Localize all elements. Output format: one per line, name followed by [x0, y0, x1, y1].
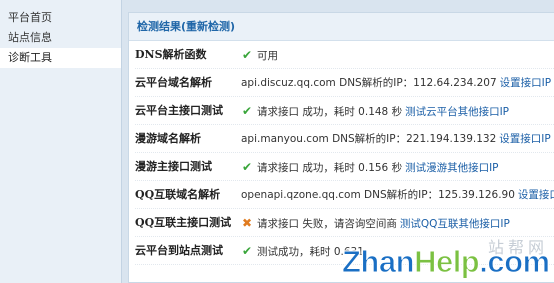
test-manyou-other-ip-link[interactable]: 测试漫游其他接口IP — [405, 162, 498, 174]
sidebar-item-home[interactable]: 平台首页 — [0, 8, 121, 28]
row-value: ✔ 可用 — [241, 41, 278, 68]
row-value: ✖ 请求接口 失败，请咨询空间商 测试QQ互联其他接口IP — [241, 209, 510, 236]
row-label: DNS解析函数 — [135, 48, 207, 61]
set-ip-link-manyou[interactable]: 设置接口IP — [499, 133, 550, 145]
result-row-cloud-main-api: 云平台主接口测试 ✔ 请求接口 成功，耗时 0.148 秒测试云平台其他接口IP — [135, 97, 554, 125]
set-ip-link-cloud[interactable]: 设置接口IP — [500, 77, 551, 89]
row-label: 云平台主接口测试 — [135, 104, 223, 117]
cross-icon: ✖ — [241, 216, 253, 230]
row-label: 云平台域名解析 — [135, 76, 212, 89]
check-icon: ✔ — [241, 244, 253, 258]
row-text: 请求接口 失败，请咨询空间商 — [257, 218, 397, 230]
set-ip-link-qq[interactable]: 设置接口IP — [518, 189, 554, 201]
row-value: ✔ 测试成功，耗时 0.631 — [241, 237, 364, 264]
check-icon: ✔ — [241, 48, 253, 62]
row-value: api.manyou.com DNS解析的IP：221.194.139.132 设… — [241, 125, 551, 152]
row-text: 可用 — [257, 50, 278, 62]
row-label: 漫游主接口测试 — [135, 160, 212, 173]
result-row-cloud-to-site: 云平台到站点测试 ✔ 测试成功，耗时 0.631 — [135, 237, 554, 265]
row-value: api.discuz.qq.com DNS解析的IP：112.64.234.20… — [241, 69, 551, 96]
result-row-qq-main-api: QQ互联主接口测试 ✖ 请求接口 失败，请咨询空间商 测试QQ互联其他接口IP — [135, 209, 554, 237]
test-qq-other-ip-link[interactable]: 测试QQ互联其他接口IP — [400, 218, 510, 230]
row-text: openapi.qzone.qq.com DNS解析的IP：125.39.126… — [241, 189, 515, 201]
row-label: 漫游域名解析 — [135, 132, 201, 145]
row-value: openapi.qzone.qq.com DNS解析的IP：125.39.126… — [241, 181, 554, 208]
row-value: ✔ 请求接口 成功，耗时 0.148 秒测试云平台其他接口IP — [241, 97, 509, 124]
check-icon: ✔ — [241, 104, 253, 118]
test-cloud-other-ip-link[interactable]: 测试云平台其他接口IP — [405, 106, 509, 118]
result-row-qq-dns: QQ互联域名解析 openapi.qzone.qq.com DNS解析的IP：12… — [135, 181, 554, 209]
row-value: ✔ 请求接口 成功，耗时 0.156 秒测试漫游其他接口IP — [241, 153, 499, 180]
row-text: api.discuz.qq.com DNS解析的IP：112.64.234.20… — [241, 77, 497, 89]
diagnostic-panel: 检测结果(重新检测) DNS解析函数 ✔ 可用 云平台域名解析 api.discuz.… — [128, 12, 554, 283]
result-row-manyou-main-api: 漫游主接口测试 ✔ 请求接口 成功，耗时 0.156 秒测试漫游其他接口IP — [135, 153, 554, 181]
panel-title[interactable]: 检测结果(重新检测) — [129, 13, 554, 41]
check-icon: ✔ — [241, 160, 253, 174]
result-row-manyou-dns: 漫游域名解析 api.manyou.com DNS解析的IP：221.194.13… — [135, 125, 554, 153]
row-label: 云平台到站点测试 — [135, 244, 223, 257]
result-row-cloud-dns: 云平台域名解析 api.discuz.qq.com DNS解析的IP：112.64… — [135, 69, 554, 97]
sidebar: 平台首页 站点信息 诊断工具 — [0, 0, 122, 283]
row-text: 请求接口 成功，耗时 0.148 秒 — [257, 106, 403, 118]
result-list: DNS解析函数 ✔ 可用 云平台域名解析 api.discuz.qq.com DNS解… — [129, 41, 554, 265]
sidebar-item-diagnostic-tools[interactable]: 诊断工具 — [0, 48, 121, 68]
row-text: 测试成功，耗时 0.631 — [257, 246, 364, 258]
row-text: api.manyou.com DNS解析的IP：221.194.139.132 — [241, 133, 497, 145]
sidebar-item-site-info[interactable]: 站点信息 — [0, 28, 121, 48]
row-text: 请求接口 成功，耗时 0.156 秒 — [257, 162, 403, 174]
row-label: QQ互联域名解析 — [135, 188, 221, 201]
row-label: QQ互联主接口测试 — [135, 216, 232, 229]
result-row-dns-function: DNS解析函数 ✔ 可用 — [135, 41, 554, 69]
